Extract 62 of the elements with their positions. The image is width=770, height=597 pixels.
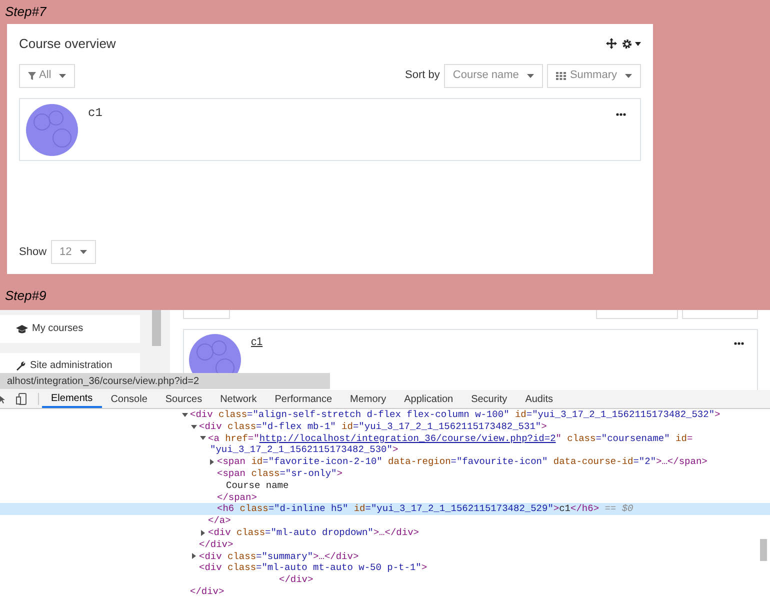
- code-line[interactable]: <span class="sr-only">: [217, 468, 342, 480]
- devtools-tab[interactable]: Memory: [341, 390, 396, 408]
- caret-icon: [625, 74, 632, 78]
- collapsed-triangle-icon[interactable]: [200, 530, 206, 536]
- caret-icon: [526, 74, 534, 78]
- show-label: Show: [19, 244, 47, 260]
- page-size-dropdown[interactable]: 12: [50, 240, 96, 264]
- settings-menu-button[interactable]: [622, 38, 641, 49]
- grid-icon: [556, 72, 566, 80]
- code-line[interactable]: Course name: [226, 480, 289, 492]
- sort-label: Sort by: [405, 68, 440, 84]
- filter-dropdown[interactable]: All: [19, 64, 76, 88]
- devtools-tab[interactable]: Application: [395, 390, 462, 408]
- more-options-icon[interactable]: [734, 342, 744, 345]
- scrollbar[interactable]: [152, 310, 161, 346]
- devtools-tab[interactable]: Console: [102, 390, 156, 408]
- code-line[interactable]: <div class="align-self-stretch d-flex flex-column w-100" id="yui_3_17_2_1_1562115173482_532">: [190, 409, 720, 421]
- code-line[interactable]: </div>: [199, 538, 234, 551]
- devtools-tab[interactable]: Sources: [156, 390, 212, 408]
- step-label: Step#9: [5, 288, 46, 303]
- link-tooltip: alhost/integration_36/course/view.php?id=2: [0, 373, 330, 389]
- device-toggle-icon[interactable]: [16, 393, 28, 405]
- code-line[interactable]: <span id="favorite-icon-2-10" data-region="favourite-icon" data-course-id="2">…</span>: [217, 456, 708, 468]
- course-image-icon: [26, 104, 78, 156]
- devtools-tab[interactable]: Security: [462, 390, 516, 408]
- settings-icon: [622, 38, 632, 49]
- code-line[interactable]: <a href="http://localhost/integration_36/course/view.php?id=2" class="coursename" id=: [208, 432, 693, 444]
- collapsed-triangle-icon[interactable]: [191, 553, 197, 560]
- course-name[interactable]: c1: [88, 104, 102, 122]
- caret-icon: [59, 74, 66, 78]
- panel-title: Course overview: [19, 35, 116, 53]
- code-line[interactable]: </div>: [279, 574, 314, 586]
- code-line[interactable]: <div class="ml-auto dropdown">…</div>: [208, 526, 419, 539]
- more-options-icon[interactable]: [616, 112, 626, 116]
- caret-icon: [80, 250, 87, 254]
- code-line[interactable]: <div class="summary">…</div>: [199, 550, 359, 562]
- collapsed-triangle-icon[interactable]: [209, 459, 215, 466]
- expanded-triangle-icon[interactable]: [182, 412, 188, 418]
- step-label: Step#7: [5, 3, 46, 22]
- inspect-icon[interactable]: [0, 394, 6, 404]
- devtools-tab[interactable]: Audits: [516, 390, 562, 408]
- graduation-cap-icon: [16, 324, 28, 334]
- scrollbar[interactable]: [760, 539, 767, 561]
- sort-dropdown[interactable]: Course name: [444, 64, 543, 88]
- code-line[interactable]: <div class="d-flex mb-1" id="yui_3_17_2_1_1562115173482_531">: [199, 420, 547, 433]
- sidebar-item[interactable]: My courses: [0, 315, 140, 343]
- move-icon[interactable]: [606, 38, 617, 50]
- caret-icon: [635, 42, 641, 46]
- code-line[interactable]: </a>: [208, 515, 231, 527]
- expanded-triangle-icon[interactable]: [200, 435, 206, 442]
- filter-icon: [28, 72, 36, 80]
- wrench-icon: [16, 361, 26, 371]
- code-line[interactable]: </span>: [217, 492, 257, 504]
- code-line[interactable]: <div class="ml-auto mt-auto w-50 p-t-1">: [199, 562, 428, 574]
- view-dropdown[interactable]: Summary: [546, 64, 641, 88]
- code-link[interactable]: http://localhost/integration_36/course/view.php?id=2: [259, 432, 556, 444]
- code-line[interactable]: "yui_3_17_2_1_1562115173482_530">: [210, 444, 398, 456]
- code-line[interactable]: </div>: [190, 586, 224, 597]
- devtools-tab[interactable]: Performance: [266, 390, 342, 408]
- expanded-triangle-icon[interactable]: [191, 424, 197, 430]
- course-name-link[interactable]: c1: [251, 334, 263, 350]
- devtools-tab[interactable]: Network: [211, 390, 266, 408]
